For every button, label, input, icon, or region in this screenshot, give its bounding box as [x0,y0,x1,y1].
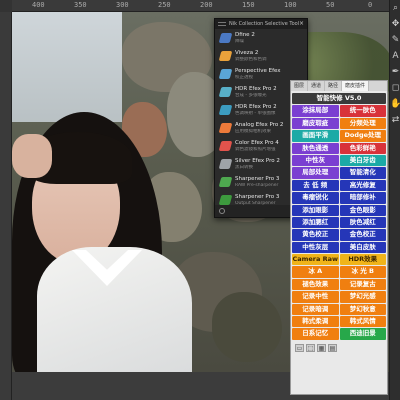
ruler-corner [0,0,12,12]
plugin-action-button[interactable]: 金色眼影 [339,204,386,216]
filter-logo-icon [218,33,233,43]
filter-logo-icon [218,159,233,169]
panel-tabs: 图层 通道 路径 磨皮插件 [291,81,387,91]
panel-tab[interactable]: 通道 [308,81,326,91]
plugin-action-button[interactable]: HDR效果 [339,254,386,266]
filter-subtitle: 降噪 [235,39,244,44]
filter-name: Dfine 2 [235,32,255,38]
plugin-action-button[interactable]: Camera Raw [292,254,339,266]
nik-panel-title: Nik Collection Selective Tool [229,21,300,27]
filter-name: Viveza 2 [235,50,259,56]
ruler-mark: 100 [284,1,297,9]
filter-logo-icon [218,69,233,79]
plugin-action-button[interactable]: 肤色减红 [339,216,386,229]
plugin-action-button[interactable]: 韩式风情 [339,316,386,328]
filter-logo-icon [218,87,233,97]
filter-name: Perspective Efex [235,68,281,74]
type-icon[interactable]: A [390,48,400,64]
hand-icon[interactable]: ✋ [390,96,400,112]
plugin-action-button[interactable]: 涂抹局部 [292,105,339,117]
plugin-action-button[interactable]: 记录暗调 [292,303,339,316]
plugin-action-button[interactable]: 黄色校正 [292,229,339,241]
plugin-action-button[interactable]: 智能快修 V5.0 [292,93,386,105]
shape-icon[interactable]: ◻ [390,80,400,96]
plugin-action-button[interactable]: 西迪旧景 [339,328,386,340]
panel-footer-icon[interactable]: ⬚ [306,343,315,352]
plugin-action-button[interactable]: 磨皮瑕疵 [292,117,339,130]
plugin-action-button[interactable]: 美白皮肤 [339,241,386,254]
filter-subtitle: 调整颜色和色调 [235,57,267,62]
ruler-mark: 200 [200,1,213,9]
vertical-ruler [0,12,12,400]
plugin-action-button[interactable]: 暗部修补 [339,192,386,204]
plugin-action-button[interactable]: 记录中性 [292,291,339,303]
filter-logo-icon [218,177,233,187]
ruler-mark: 250 [158,1,171,9]
plugin-action-button[interactable]: 高光修复 [339,179,386,192]
plugin-action-button[interactable]: 毒瘤锐化 [292,192,339,204]
ruler-mark: 400 [32,1,45,9]
swap-icon[interactable]: ⇄ [390,112,400,128]
plugin-action-button[interactable]: 添加眼影 [292,204,339,216]
move-icon[interactable]: ✥ [390,16,400,32]
stone [212,292,282,362]
settings-icon[interactable] [219,208,225,214]
filter-logo-icon [218,141,233,151]
plugin-action-button[interactable]: 智能清化 [339,167,386,179]
subject-hand [12,134,52,178]
close-icon[interactable]: × [299,19,304,29]
plugin-action-button[interactable]: 韩式柔调 [292,316,339,328]
brush-icon[interactable]: ✎ [390,32,400,48]
plugin-action-button[interactable]: 色彩鲜艳 [339,142,386,154]
plugin-action-button[interactable]: 褪色效果 [292,278,339,291]
nik-filter-item[interactable]: Viveza 2 调整颜色和色调 [215,47,307,65]
plugin-action-button[interactable]: 肤色通透 [292,142,339,154]
plugin-action-button[interactable]: 去 低 频 [292,179,339,192]
ruler-mark: 150 [242,1,255,9]
plugin-action-button[interactable]: 中性灰 [292,154,339,167]
plugin-button-grid: 智能快修 V5.0 涂抹局部 统一肤色 磨皮瑕疵 分频处理 画面平滑 Dodge处理 肤色通透… [291,91,387,342]
horizontal-ruler: 400 350 300 250 200 150 100 50 0 [12,0,390,12]
plugin-action-button[interactable]: 添加腮红 [292,216,339,229]
sky-background [12,12,122,122]
panel-bottom-bar: ▭ ⬚ ▦ ▤ [291,342,387,354]
panel-footer-icon[interactable]: ▤ [328,343,337,352]
plugin-action-button[interactable]: 局部处理 [292,167,339,179]
plugin-action-button[interactable]: 统一肤色 [339,105,386,117]
plugin-action-button[interactable]: 梦幻秋意 [339,303,386,316]
plugin-action-button[interactable]: 金色校正 [339,229,386,241]
plugin-action-button[interactable]: 记录复古 [339,278,386,291]
plugin-action-button[interactable]: Dodge处理 [339,130,386,142]
filter-logo-icon [218,51,233,61]
plugin-action-button[interactable]: 中性灰层 [292,241,339,254]
pen-icon[interactable]: ✒ [390,64,400,80]
filter-logo-icon [218,123,233,133]
nik-panel-titlebar[interactable]: Nik Collection Selective Tool × [215,19,307,29]
photoshop-window: 400 350 300 250 200 150 100 50 0 ⌕ ✥ ✎ A ✒ ◻ ✋… [0,0,400,400]
ruler-mark: 0 [368,1,373,9]
panel-tab[interactable]: 磨皮插件 [342,81,370,91]
plugin-action-button[interactable]: 美白牙齿 [339,154,386,167]
plugin-action-button[interactable]: 冰 A [292,266,339,278]
panel-footer-icon[interactable]: ▭ [295,343,304,352]
panel-footer-icon[interactable]: ▦ [317,343,326,352]
ruler-mark: 350 [74,1,87,9]
plugin-action-button[interactable]: 画面平滑 [292,130,339,142]
panel-tab[interactable]: 路径 [325,81,343,91]
filter-logo-icon [218,105,233,115]
retouch-plugin-panel: 图层 通道 路径 磨皮插件 智能快修 V5.0 涂抹局部 统一肤色 磨皮瑕疵 分频处理 画面平滑… [290,80,388,395]
plugin-action-button[interactable]: 日系记忆 [292,328,339,340]
drag-handle-icon[interactable] [218,22,226,26]
nik-filter-item[interactable]: Dfine 2 降噪 [215,29,307,47]
plugin-action-button[interactable]: 冰 光 B [339,266,386,278]
ruler-mark: 50 [326,1,335,9]
right-tool-strip: ⌕ ✥ ✎ A ✒ ◻ ✋ ⇄ [389,0,400,400]
zoom-icon[interactable]: ⌕ [390,0,400,16]
ruler-mark: 300 [116,1,129,9]
filter-logo-icon [218,195,233,205]
plugin-action-button[interactable]: 梦幻光感 [339,291,386,303]
panel-tab[interactable]: 图层 [291,81,309,91]
plugin-action-button[interactable]: 分频处理 [339,117,386,130]
